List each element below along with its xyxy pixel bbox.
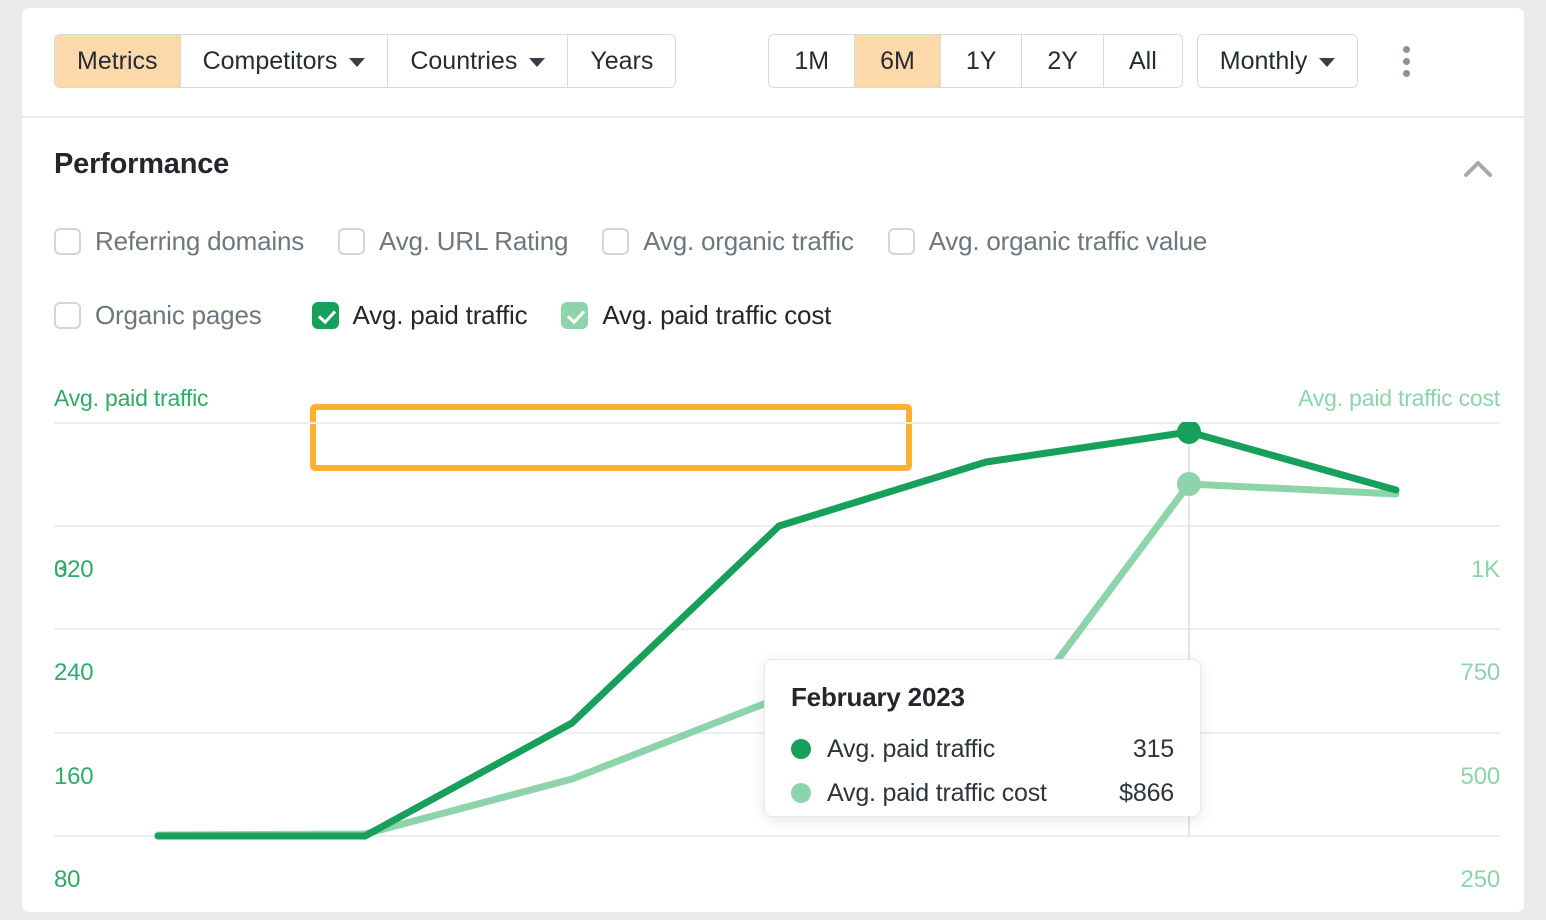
tab-years-label: Years [590, 46, 654, 75]
page-title: Performance [54, 148, 230, 180]
range-1m-label: 1M [794, 46, 830, 75]
range-2y-label: 2Y [1047, 46, 1078, 75]
tab-countries[interactable]: Countries [388, 35, 569, 87]
metric-toggle-avg-organic-traffic[interactable]: Avg. organic traffic [602, 226, 854, 257]
data-point-avg-paid-traffic-cost [1177, 472, 1201, 496]
metric-label: Avg. paid traffic [352, 300, 528, 330]
checkbox-unchecked-icon[interactable] [54, 228, 81, 255]
range-all-label: All [1129, 46, 1157, 75]
kebab-dot [1402, 45, 1410, 53]
tooltip-row: Avg. paid traffic 315 [791, 727, 1174, 771]
more-options-button[interactable] [1386, 35, 1426, 87]
tab-countries-label: Countries [410, 46, 518, 75]
chevron-up-icon[interactable] [1456, 152, 1500, 186]
metric-label: Avg. URL Rating [379, 226, 569, 256]
view-tabs-group: Metrics Competitors Countries Years [54, 34, 677, 88]
range-6m-label: 6M [880, 46, 915, 75]
tooltip-metric-name: Avg. paid traffic [827, 734, 995, 763]
performance-panel: Performance Referring domains Avg. URL R… [22, 118, 1524, 912]
frequency-label: Monthly [1219, 46, 1308, 75]
right-axis-title: Avg. paid traffic cost [1298, 385, 1500, 411]
tooltip-title: February 2023 [791, 682, 965, 712]
range-6m[interactable]: 6M [855, 35, 941, 87]
range-2y[interactable]: 2Y [1022, 35, 1104, 87]
range-all[interactable]: All [1104, 35, 1182, 87]
kebab-dot [1402, 69, 1410, 77]
checkbox-checked-icon[interactable] [311, 302, 339, 329]
frequency-button[interactable]: Monthly [1197, 35, 1358, 87]
metric-toggle-avg-paid-traffic-cost[interactable]: Avg. paid traffic cost [561, 300, 831, 331]
chart-tooltip: February 2023 Avg. paid traffic 315 Avg.… [764, 659, 1201, 817]
metric-label: Referring domains [95, 226, 305, 256]
tab-years[interactable]: Years [568, 35, 676, 87]
metric-label: Avg. organic traffic [643, 226, 854, 256]
range-1m[interactable]: 1M [769, 35, 856, 87]
metric-toggles-row-1: Referring domains Avg. URL Rating Avg. o… [54, 226, 1241, 257]
tab-metrics[interactable]: Metrics [55, 35, 181, 87]
metric-label: Organic pages [95, 300, 262, 330]
metric-toggle-avg-paid-traffic[interactable]: Avg. paid traffic [296, 300, 528, 331]
legend-dot-avg-paid-traffic-cost [791, 783, 811, 803]
tab-competitors[interactable]: Competitors [180, 35, 389, 87]
tooltip-metric-value: 315 [1132, 734, 1174, 763]
tooltip-metric-value: $866 [1119, 778, 1174, 807]
checkbox-unchecked-icon[interactable] [602, 228, 630, 255]
tooltip-row: Avg. paid traffic cost $866 [791, 771, 1174, 815]
chevron-down-icon [1319, 58, 1336, 67]
metric-label: Avg. paid traffic cost [602, 300, 832, 330]
checkbox-unchecked-icon[interactable] [338, 228, 366, 255]
range-1y[interactable]: 1Y [940, 35, 1023, 87]
legend-dot-avg-paid-traffic [791, 739, 811, 759]
chevron-down-icon [529, 58, 546, 67]
metric-label: Avg. organic traffic value [928, 226, 1208, 256]
left-axis-tick: 80 [54, 866, 81, 893]
tooltip-metric-name: Avg. paid traffic cost [827, 778, 1047, 807]
checkbox-unchecked-icon[interactable] [54, 302, 81, 329]
date-range-group: 1M 6M 1Y 2Y All [768, 34, 1183, 88]
checkbox-unchecked-icon[interactable] [887, 228, 915, 255]
metric-toggles-row-2: Organic pages Avg. paid traffic Avg. pai… [54, 300, 865, 331]
metric-toggle-organic-pages[interactable]: Organic pages [54, 300, 262, 331]
right-axis-tick: 250 [1460, 866, 1501, 893]
checkbox-checked-icon[interactable] [561, 302, 589, 329]
tab-metrics-label: Metrics [77, 46, 158, 75]
metric-toggle-avg-organic-traffic-value[interactable]: Avg. organic traffic value [887, 226, 1208, 257]
tab-competitors-label: Competitors [202, 46, 338, 75]
performance-chart-screen: Metrics Competitors Countries Years 1M 6… [0, 0, 1546, 920]
chart: Avg. paid traffic Avg. paid traffic cost… [22, 368, 1524, 912]
frequency-dropdown[interactable]: Monthly [1196, 34, 1359, 88]
chevron-down-icon [349, 58, 366, 67]
range-1y-label: 1Y [965, 46, 997, 75]
metric-toggle-avg-url-rating[interactable]: Avg. URL Rating [338, 226, 568, 257]
data-point-avg-paid-traffic [1177, 422, 1201, 444]
left-axis-title: Avg. paid traffic [54, 385, 209, 411]
kebab-dot [1402, 57, 1410, 65]
toolbar: Metrics Competitors Countries Years 1M 6… [22, 8, 1524, 116]
metric-toggle-referring-domains[interactable]: Referring domains [54, 226, 304, 257]
